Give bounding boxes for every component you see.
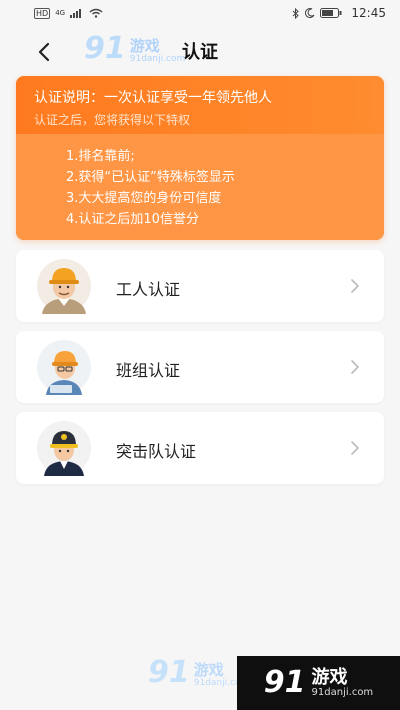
hd-indicator: HD [34,7,51,19]
benefit-item: 2.获得“已认证”特殊标签显示 [66,170,235,185]
chevron-left-icon[interactable] [30,38,58,66]
clock: 12:45 [351,6,386,20]
wifi-icon [89,8,103,18]
page-title: 认证 [182,42,218,63]
benefit-item: 1.排名靠前; [66,149,135,164]
certification-info-card: 认证说明：一次认证享受一年领先他人 认证之后，您将获得以下特权 1.排名靠前; … [16,76,384,240]
worker-certification-label: 工人认证 [116,280,181,299]
watermark-number: 91 [263,665,306,700]
info-card-subtitle: 认证之后，您将获得以下特权 [34,113,191,127]
team-avatar-icon [37,340,91,395]
status-bar: HD 4G 12:45 [0,0,400,26]
watermark-brand: 游戏 [311,667,348,688]
signal-icon [70,9,82,18]
commando-certification-label: 突击队认证 [116,442,197,461]
watermark-number: 91 [148,655,190,690]
benefit-item: 3.大大提高您的身份可信度 [66,191,222,206]
watermark-number: 91 [84,31,126,66]
info-card-header: 认证说明：一次认证享受一年领先他人 认证之后，您将获得以下特权 [16,76,384,134]
chevron-right-icon [351,441,360,455]
watermark-logo-bottom: 91 游戏 91danji.com [148,655,249,690]
watermark-site: 91danji.com [129,54,186,64]
benefit-item: 4.认证之后加10信誉分 [66,212,199,227]
chevron-right-icon [351,279,360,293]
benefits-list: 1.排名靠前; 2.获得“已认证”特殊标签显示 3.大大提高您的身份可信度 4.… [16,134,384,240]
team-certification-label: 班组认证 [116,361,181,380]
nav-bar: 认证 [0,26,400,78]
watermark-logo: 91 游戏 91danji.com [84,31,186,66]
worker-certification-option[interactable]: 工人认证 [16,250,384,322]
battery-icon [320,8,342,18]
watermark-badge: 91 游戏 91danji.com [237,656,400,710]
watermark-site: 91danji.com [311,687,374,698]
bluetooth-icon [293,7,300,19]
moon-icon [305,8,315,18]
watermark-brand: 游戏 [129,37,160,55]
worker-avatar-icon [37,259,91,314]
team-certification-option[interactable]: 班组认证 [16,331,384,403]
chevron-right-icon [351,360,360,374]
commando-certification-option[interactable]: 突击队认证 [16,412,384,484]
network-indicator: 4G [55,9,66,17]
info-card-title: 认证说明：一次认证享受一年领先他人 [34,90,272,106]
commando-avatar-icon [37,421,91,476]
